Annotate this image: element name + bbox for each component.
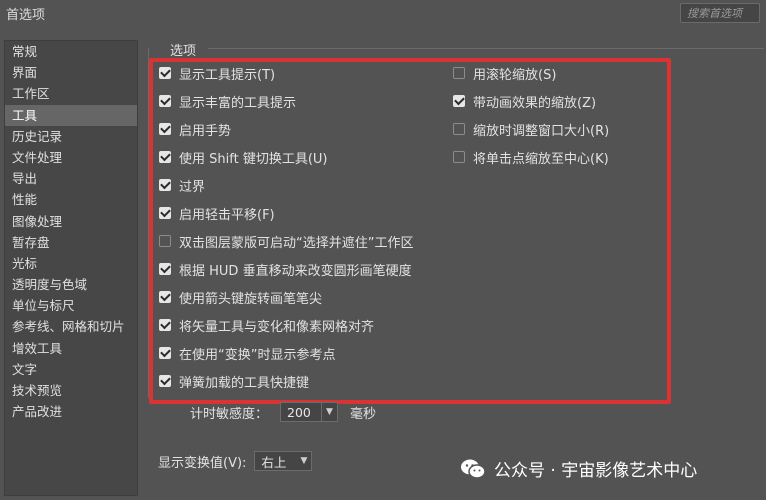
checkbox-checked-icon[interactable] [159,94,171,107]
sidebar-item[interactable]: 界面 [5,62,137,83]
checkmark-icon [159,374,171,386]
checkmark-icon [159,318,171,330]
option-checkbox-row[interactable]: 缩放时调整窗口大小(R) [453,119,609,139]
watermark: 公众号 · 宇宙影像艺术中心 [460,456,697,481]
checkbox-checked-icon[interactable] [453,94,465,107]
checkbox-checked-icon[interactable] [159,66,171,79]
checkbox-checked-icon[interactable] [159,178,171,191]
timing-row: 计时敏感度： 200 ▼ 毫秒 [190,402,376,422]
wechat-icon [460,458,486,480]
sidebar-item[interactable]: 历史记录 [5,126,137,147]
sidebar-item[interactable]: 性能 [5,189,137,210]
checkmark-icon [159,290,171,302]
checkbox-unchecked-icon[interactable] [453,151,465,163]
option-checkbox-row[interactable]: 显示工具提示(T) [159,63,275,83]
sidebar-item[interactable]: 增效工具 [5,338,137,359]
sidebar-item[interactable]: 暂存盘 [5,232,137,253]
option-label: 双击图层蒙版可启动“选择并遮住”工作区 [179,235,414,251]
chevron-down-icon: ▼ [300,456,308,466]
option-label: 显示工具提示(T) [179,67,276,83]
option-checkbox-row[interactable]: 根据 HUD 垂直移动来改变圆形画笔硬度 [159,259,412,279]
option-checkbox-row[interactable]: 启用手势 [159,119,231,139]
option-label: 显示丰富的工具提示 [179,95,297,111]
sidebar-item[interactable]: 文字 [5,359,137,380]
transform-values-select[interactable]: 右上 ▼ [254,451,313,471]
title-bar: 首选项 搜索首选项 [0,0,766,28]
sidebar-item[interactable]: 导出 [5,168,137,189]
timing-input[interactable]: 200 [280,402,323,422]
option-checkbox-row[interactable]: 过界 [159,175,205,195]
option-label: 用滚轮缩放(S) [473,67,557,83]
option-checkbox-row[interactable]: 双击图层蒙版可启动“选择并遮住”工作区 [159,231,413,251]
checkbox-checked-icon[interactable] [159,374,171,387]
checkmark-icon [159,262,171,274]
option-checkbox-row[interactable]: 使用箭头键旋转画笔笔尖 [159,287,322,307]
option-checkbox-row[interactable]: 将矢量工具与变化和像素网格对齐 [159,315,374,335]
transform-values-label: 显示变换值(V): [158,455,247,471]
option-label: 在使用“变换”时显示参考点 [179,347,336,363]
checkbox-checked-icon[interactable] [159,150,171,163]
checkbox-checked-icon[interactable] [159,346,171,359]
sidebar-item[interactable]: 图像处理 [5,211,137,232]
checkbox-checked-icon[interactable] [159,290,171,303]
option-label: 缩放时调整窗口大小(R) [473,123,610,139]
sidebar-item[interactable]: 单位与标尺 [5,295,137,316]
timing-unit: 毫秒 [350,406,377,422]
option-checkbox-row[interactable]: 使用 Shift 键切换工具(U) [159,147,327,167]
option-label: 使用箭头键旋转画笔笔尖 [179,291,323,307]
option-checkbox-row[interactable]: 带动画效果的缩放(Z) [453,91,596,111]
watermark-text: 公众号 · 宇宙影像艺术中心 [494,461,698,481]
sidebar-item[interactable]: 透明度与色域 [5,274,137,295]
checkmark-icon [159,206,171,218]
sidebar-item[interactable]: 产品改进 [5,401,137,422]
checkbox-unchecked-icon[interactable] [453,123,465,135]
option-checkbox-row[interactable]: 启用轻击平移(F) [159,203,275,223]
checkbox-checked-icon[interactable] [159,318,171,331]
checkbox-unchecked-icon[interactable] [159,235,171,247]
transform-values-row: 显示变换值(V): 右上 ▼ [158,451,313,471]
option-label: 弹簧加载的工具快捷键 [179,375,310,391]
checkmark-icon [159,66,171,78]
sidebar-item[interactable]: 技术预览 [5,380,137,401]
checkmark-icon [159,122,171,134]
checkmark-icon [159,94,171,106]
option-label: 启用手势 [179,123,232,139]
transform-values-value: 右上 [261,454,287,470]
checkmark-icon [159,150,171,162]
option-label: 根据 HUD 垂直移动来改变圆形画笔硬度 [179,263,412,279]
option-checkbox-row[interactable]: 弹簧加载的工具快捷键 [159,371,309,391]
sidebar-item[interactable]: 工作区 [5,83,137,104]
timing-value: 200 [287,404,311,420]
timing-label: 计时敏感度： [190,406,269,422]
sidebar-item[interactable]: 常规 [5,41,137,62]
checkbox-checked-icon[interactable] [159,262,171,275]
option-checkbox-row[interactable]: 将单击点缩放至中心(K) [453,147,609,167]
chevron-down-icon[interactable]: ▼ [322,402,339,422]
checkbox-checked-icon[interactable] [159,206,171,219]
sidebar: 常规 界面 工作区 工具 历史记录 文件处理 导出 性能 图像处理 暂存盘 光标 透明度与色域 单位与标… [4,40,138,496]
options-group-label: 选项 [170,44,197,59]
group-divider [208,48,764,49]
sidebar-item[interactable]: 文件处理 [5,147,137,168]
window-title: 首选项 [6,8,46,23]
option-label: 使用 Shift 键切换工具(U) [179,151,328,167]
option-checkbox-row[interactable]: 在使用“变换”时显示参考点 [159,343,335,363]
option-label: 将矢量工具与变化和像素网格对齐 [179,319,375,335]
sidebar-item[interactable]: 光标 [5,253,137,274]
search-input[interactable]: 搜索首选项 [680,3,760,23]
checkmark-icon [159,346,171,358]
checkmark-icon [159,178,171,190]
option-label: 带动画效果的缩放(Z) [473,95,597,111]
option-label: 过界 [179,179,206,195]
checkmark-icon [453,94,465,106]
checkbox-checked-icon[interactable] [159,122,171,135]
sidebar-item[interactable]: 工具 [5,104,137,126]
checkbox-unchecked-icon[interactable] [453,67,465,79]
option-label: 将单击点缩放至中心(K) [473,151,609,167]
option-checkbox-row[interactable]: 用滚轮缩放(S) [453,63,556,83]
sidebar-item[interactable]: 参考线、网格和切片 [5,316,137,337]
option-checkbox-row[interactable]: 显示丰富的工具提示 [159,91,296,111]
option-label: 启用轻击平移(F) [179,207,275,223]
